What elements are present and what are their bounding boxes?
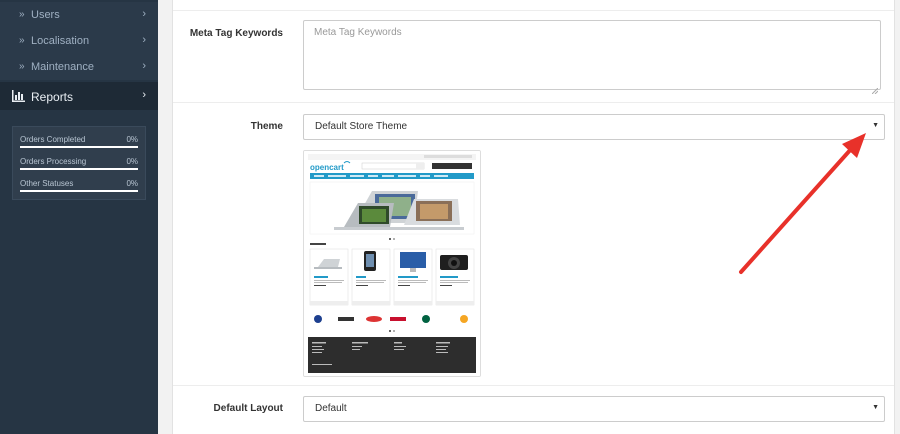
sidebar-item-label: Maintenance: [31, 61, 94, 73]
default-layout-select-value: Default: [315, 403, 347, 414]
sidebar: » Users › » Localisation › » Maintenance…: [0, 0, 158, 434]
meta-keywords-input[interactable]: [303, 20, 881, 90]
stat-percent: 0%: [126, 179, 138, 188]
chevron-right-icon: ›: [142, 60, 146, 72]
divider: [173, 385, 894, 386]
divider: [173, 10, 894, 11]
sidebar-item-label: Localisation: [31, 35, 90, 47]
caret-down-icon: ▼: [872, 404, 879, 411]
chevron-right-icon: ›: [142, 8, 146, 20]
stat-label: Other Statuses: [20, 179, 74, 188]
theme-select[interactable]: Default Store Theme ▼: [303, 114, 885, 140]
progress-bar: [20, 168, 138, 170]
caret-down-icon: ▼: [872, 122, 879, 129]
store-screenshot: opencart: [304, 151, 480, 376]
progress-bar: [20, 146, 138, 148]
sidebar-item-localisation[interactable]: » Localisation ›: [0, 28, 158, 54]
chevron-right-icon: ›: [142, 89, 146, 101]
default-layout-select[interactable]: Default ▼: [303, 396, 885, 422]
stat-percent: 0%: [126, 157, 138, 166]
progress-bar: [20, 190, 138, 192]
stat-other-statuses: Other Statuses 0%: [20, 177, 138, 197]
theme-preview-image: opencart: [303, 150, 481, 377]
sidebar-item-label: Reports: [31, 90, 74, 104]
stat-orders-completed: Orders Completed 0%: [20, 133, 138, 153]
settings-form: Meta Tag Keywords Theme Default Store Th…: [172, 0, 895, 434]
theme-label: Theme: [250, 121, 283, 132]
stat-orders-processing: Orders Processing 0%: [20, 155, 138, 175]
double-chevron-right-icon: »: [19, 61, 25, 72]
sidebar-item-maintenance[interactable]: » Maintenance ›: [0, 54, 158, 80]
chevron-right-icon: ›: [142, 34, 146, 46]
stat-label: Orders Processing: [20, 157, 87, 166]
opencart-logo: opencart: [310, 163, 344, 172]
sidebar-item-reports[interactable]: Reports ›: [0, 82, 158, 110]
bar-chart-icon: [12, 90, 25, 102]
stat-label: Orders Completed: [20, 135, 86, 144]
theme-select-value: Default Store Theme: [315, 121, 408, 132]
meta-keywords-label: Meta Tag Keywords: [189, 28, 283, 39]
default-layout-label: Default Layout: [213, 403, 283, 414]
double-chevron-right-icon: »: [19, 9, 25, 20]
double-chevron-right-icon: »: [19, 35, 25, 46]
resize-handle-icon[interactable]: [871, 81, 879, 95]
divider: [173, 102, 894, 103]
sidebar-item-label: Users: [31, 9, 60, 21]
order-stats-panel: Orders Completed 0% Orders Processing 0%…: [12, 126, 146, 200]
stat-percent: 0%: [126, 135, 138, 144]
sidebar-item-users[interactable]: » Users ›: [0, 2, 158, 28]
